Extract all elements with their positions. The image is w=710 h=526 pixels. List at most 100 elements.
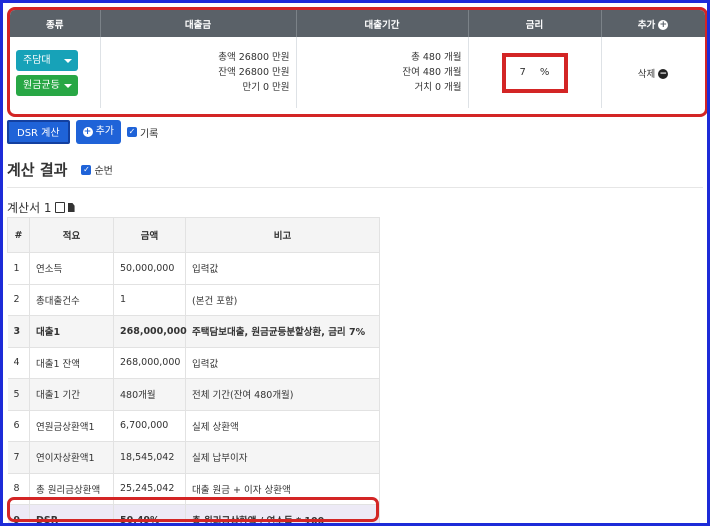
row-no: 7 (7, 441, 30, 473)
add-loan-button[interactable]: + 추가 (75, 120, 121, 144)
table-row: 5 대출1 기간 480개월 전체 기간(잔여 480개월) (7, 378, 380, 410)
rate-value: 7 (519, 67, 526, 78)
header-add[interactable]: 추가 + (601, 10, 705, 37)
chevron-down-icon (64, 83, 72, 88)
row-note: 전체 기간(잔여 480개월) (185, 378, 380, 410)
row-no: 5 (7, 378, 30, 410)
table-row: 2 총대출건수 1 (본건 포함) (7, 283, 380, 316)
row-amount: 1 (113, 283, 186, 316)
row-note: 주택담보대출, 원금균등분할상환, 금리 7% (185, 315, 380, 347)
row-note: 실제 상환액 (185, 409, 380, 442)
period-total: 총 480 개월 (411, 52, 462, 63)
table-row: 3 대출1 268,000,000 주택담보대출, 원금균등분할상환, 금리 7… (7, 315, 380, 347)
row-item: 대출1 기간 (29, 378, 114, 410)
row-no: 2 (7, 283, 30, 316)
result-header-item: 적요 (29, 217, 114, 253)
row-note: 총 원리금상환액 / 연소득 * 100 (185, 504, 380, 523)
repay-method-value: 원금균등 (23, 79, 60, 91)
order-checkbox[interactable]: ✓ (81, 164, 92, 175)
row-item: 연원금상환액1 (29, 409, 114, 442)
row-amount: 50.49% (113, 504, 186, 523)
row-amount: 480개월 (113, 378, 186, 410)
result-header-note: 비고 (185, 217, 380, 253)
amount-cell[interactable]: 총액 26800 만원 잔액 26800 만원 만기 0 만원 (100, 37, 297, 108)
table-row: 1 연소득 50,000,000 입력값 (7, 252, 380, 284)
file-icon[interactable] (67, 203, 75, 212)
header-type: 종류 (10, 10, 101, 37)
repay-method-select[interactable]: 원금균등 (16, 74, 78, 96)
row-note: 입력값 (185, 346, 380, 379)
calc-title: 계산서 1 (7, 201, 52, 215)
result-title: 계산 결과 (7, 161, 68, 179)
record-label: 기록 (139, 128, 159, 140)
dsr-calc-button[interactable]: DSR 계산 (7, 120, 70, 144)
header-amount: 대출금 (100, 10, 297, 37)
amount-balance: 잔액 26800 만원 (218, 67, 290, 78)
divider (7, 187, 703, 188)
row-no: 3 (7, 315, 30, 347)
row-item: 대출1 (29, 315, 114, 347)
header-add-label: 추가 (637, 19, 656, 31)
row-amount: 50,000,000 (113, 252, 186, 284)
row-no: 1 (7, 252, 30, 284)
row-item: DSR (29, 504, 114, 523)
table-row: 7 연이자상환액1 18,545,042 실제 납부이자 (7, 441, 380, 473)
row-item: 총 원리금상환액 (29, 472, 114, 505)
row-item: 연소득 (29, 252, 114, 284)
table-row: 6 연원금상환액1 6,700,000 실제 상환액 (7, 409, 380, 442)
type-cell: 주담대 원금균등 (10, 37, 101, 108)
delete-label: 삭제 (637, 68, 656, 80)
row-amount: 268,000,000 (113, 315, 187, 347)
result-header-no: # (7, 217, 30, 253)
row-item: 대출1 잔액 (29, 346, 114, 379)
table-row: 9 DSR 50.49% 총 원리금상환액 / 연소득 * 100 (7, 504, 380, 523)
toolbar: DSR 계산 + 추가 ✓ 기록 (7, 119, 158, 145)
amount-total: 총액 26800 만원 (218, 52, 290, 63)
row-no: 9 (7, 504, 30, 523)
delete-button[interactable]: 삭제 − (637, 68, 669, 80)
copy-icon[interactable] (54, 202, 65, 213)
row-note: (본건 포함) (185, 283, 380, 316)
loan-kind-value: 주담대 (23, 54, 51, 66)
record-checkbox[interactable]: ✓ (126, 127, 137, 137)
amount-maturity: 만기 0 만원 (242, 82, 290, 93)
row-note: 실제 납부이자 (185, 441, 380, 473)
plus-circle-icon[interactable]: + (658, 20, 669, 30)
rate-unit: % (539, 67, 550, 78)
rate-cell: 7 % (468, 37, 602, 108)
minus-circle-icon[interactable]: − (658, 69, 669, 79)
row-note: 입력값 (185, 252, 380, 284)
row-item: 연이자상환액1 (29, 441, 114, 473)
order-label: 순번 (94, 166, 113, 177)
row-no: 8 (7, 472, 30, 505)
header-rate: 금리 (468, 10, 602, 37)
add-loan-label: 추가 (95, 126, 114, 137)
header-period: 대출기간 (296, 10, 469, 37)
app-frame: 종류 대출금 대출기간 금리 추가 + 주담대 원금균등 총액 26800 만원… (0, 0, 710, 526)
row-amount: 25,245,042 (113, 472, 186, 505)
row-amount: 268,000,000 (113, 346, 186, 379)
period-cell[interactable]: 총 480 개월 잔여 480 개월 거치 0 개월 (296, 37, 469, 108)
delete-cell: 삭제 − (601, 37, 705, 108)
chevron-down-icon (64, 58, 72, 63)
row-item: 총대출건수 (29, 283, 114, 316)
loan-kind-select[interactable]: 주담대 (16, 49, 78, 71)
row-amount: 18,545,042 (113, 441, 186, 473)
rate-input[interactable]: 7 % (501, 52, 568, 93)
plus-circle-icon: + (82, 127, 93, 137)
order-option: ✓ 순번 (81, 162, 113, 177)
loan-table-panel: 종류 대출금 대출기간 금리 추가 + 주담대 원금균등 총액 26800 만원… (7, 7, 707, 117)
calc-sheet-title: 계산서 1 (7, 199, 75, 216)
period-grace: 거치 0 개월 (414, 82, 462, 93)
result-heading: 계산 결과 ✓ 순번 (7, 159, 113, 180)
loan-table: 종류 대출금 대출기간 금리 추가 + 주담대 원금균등 총액 26800 만원… (10, 10, 705, 108)
table-row: 8 총 원리금상환액 25,245,042 대출 원금 + 이자 상환액 (7, 472, 380, 505)
row-amount: 6,700,000 (113, 409, 186, 442)
row-note: 대출 원금 + 이자 상환액 (185, 472, 380, 505)
result-table: # 적요 금액 비고 1 연소득 50,000,000 입력값 2 총대출건수 … (7, 217, 380, 523)
period-remaining: 잔여 480 개월 (402, 67, 462, 78)
result-header-amount: 금액 (113, 217, 186, 253)
table-row: 4 대출1 잔액 268,000,000 입력값 (7, 346, 380, 379)
row-no: 4 (7, 346, 30, 379)
row-no: 6 (7, 409, 30, 442)
